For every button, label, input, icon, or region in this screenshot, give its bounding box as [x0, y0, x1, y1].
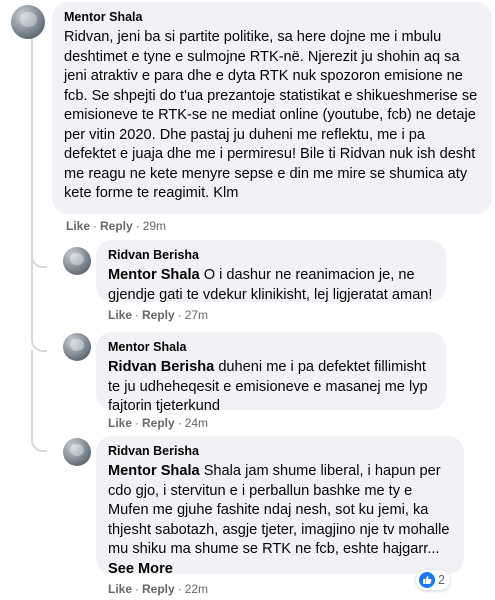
- comment-timestamp[interactable]: 27m: [185, 308, 208, 322]
- avatar[interactable]: [63, 438, 91, 466]
- thread-line: [31, 350, 33, 434]
- comment-actions: Like · Reply · 22m: [108, 582, 209, 596]
- see-more-link[interactable]: See More: [108, 561, 173, 577]
- thread-curve: [31, 250, 47, 268]
- thread-curve: [31, 434, 47, 452]
- comment-timestamp[interactable]: 29m: [143, 219, 166, 233]
- like-icon: [419, 572, 435, 588]
- thread-line: [31, 38, 33, 266]
- comment-text: Ridvan, jeni ba si partite politike, sa …: [64, 29, 478, 201]
- mention-link[interactable]: Ridvan Berisha: [108, 359, 214, 375]
- reaction-count[interactable]: 2: [416, 570, 450, 590]
- comment-author[interactable]: Ridvan Berisha: [108, 247, 434, 263]
- mention-link[interactable]: Mentor Shala: [108, 267, 200, 283]
- reply-button[interactable]: Reply: [142, 308, 175, 322]
- thread-line: [31, 266, 33, 334]
- avatar[interactable]: [11, 5, 45, 39]
- avatar[interactable]: [63, 333, 91, 361]
- comment-bubble: Mentor Shala Ridvan Berisha duheni me i …: [96, 332, 446, 414]
- comment-author[interactable]: Mentor Shala: [64, 9, 480, 25]
- comment-text: Mentor Shala Shala jam shume liberal, i …: [108, 462, 452, 579]
- comment-author[interactable]: Mentor Shala: [108, 339, 434, 355]
- comment-bubble: Ridvan Berisha Mentor Shala Shala jam sh…: [96, 436, 464, 577]
- avatar[interactable]: [63, 247, 91, 275]
- like-button[interactable]: Like: [108, 582, 132, 596]
- like-button[interactable]: Like: [108, 416, 132, 430]
- comment-actions: Like · Reply · 27m: [108, 308, 209, 322]
- comment-bubble: Mentor Shala Ridvan, jeni ba si partite …: [52, 2, 492, 214]
- comment-text: Ridvan Berisha duheni me i pa defektet f…: [108, 358, 434, 417]
- reply-button[interactable]: Reply: [142, 582, 175, 596]
- comment-actions: Like · Reply · 24m: [108, 416, 209, 430]
- reaction-count-value: 2: [438, 573, 445, 587]
- comment-bubble: Ridvan Berisha Mentor Shala O i dashur n…: [96, 240, 446, 305]
- comment-actions: Like · Reply · 29m: [66, 219, 167, 233]
- comment-timestamp[interactable]: 24m: [185, 416, 208, 430]
- like-button[interactable]: Like: [108, 308, 132, 322]
- reply-button[interactable]: Reply: [142, 416, 175, 430]
- reply-button[interactable]: Reply: [100, 219, 133, 233]
- thread-curve: [31, 334, 47, 352]
- comment-text: Mentor Shala O i dashur ne reanimacion j…: [108, 266, 434, 305]
- mention-link[interactable]: Mentor Shala: [108, 463, 200, 479]
- like-button[interactable]: Like: [66, 219, 90, 233]
- comment-author[interactable]: Ridvan Berisha: [108, 443, 452, 459]
- comment-timestamp[interactable]: 22m: [185, 582, 208, 596]
